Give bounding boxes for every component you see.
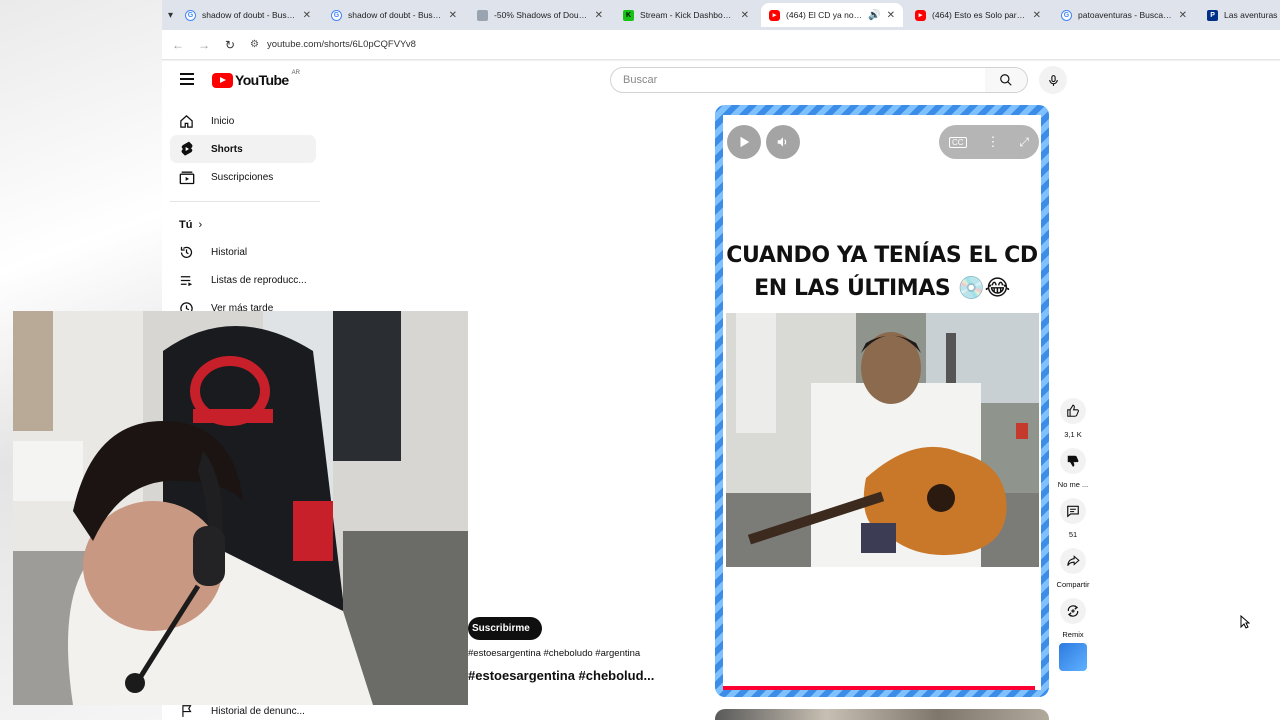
google-icon: G	[331, 9, 343, 21]
url-field[interactable]: ⚙ youtube.com/shorts/6L0pCQFVYv8	[250, 39, 416, 50]
search-input[interactable]	[623, 74, 985, 86]
thumbs-up-icon	[1067, 404, 1079, 417]
fullscreen-icon[interactable]: ⤢	[1019, 135, 1029, 150]
google-icon: G	[185, 9, 197, 21]
volume-icon	[777, 137, 787, 147]
thumbs-down-icon	[1067, 455, 1079, 467]
like-action: 3,1 K	[1052, 398, 1094, 439]
browser-tab[interactable]: K Stream - Kick Dashboard ✕	[615, 3, 757, 27]
subscriptions-icon	[178, 169, 195, 186]
microphone-icon	[1048, 74, 1058, 86]
browser-tab-active[interactable]: ▸ (464) El CD ya no da más 🔊 ✕	[761, 3, 904, 27]
screen: ▾ G shadow of doubt - Buscar con Google …	[0, 0, 1280, 720]
video-title[interactable]: #estoesargentina #chebolud...	[468, 668, 654, 683]
shorts-video[interactable]: CC ⋮ ⤢ CUANDO YA TENÍAS EL CD EN LAS ÚLT…	[723, 115, 1041, 690]
chevron-right-icon: ›	[198, 219, 203, 231]
like-button[interactable]	[1060, 398, 1086, 424]
close-tab-icon[interactable]: ✕	[741, 10, 749, 21]
browser-tab[interactable]: P Las aventuras	[1199, 3, 1280, 27]
webcam-overlay	[13, 311, 468, 705]
history-icon	[178, 244, 195, 261]
site-info-icon[interactable]: ⚙	[250, 39, 259, 50]
browser-tab[interactable]: -50% Shadows of Doubt en Steam ✕	[469, 3, 611, 27]
play-icon	[740, 136, 750, 148]
comments-button[interactable]	[1060, 498, 1086, 524]
share-icon	[1067, 555, 1080, 566]
youtube-icon: ▸	[769, 9, 781, 21]
sidebar-item-suscripciones[interactable]: Suscripciones	[170, 163, 316, 191]
player-options: CC ⋮ ⤢	[939, 125, 1039, 159]
tab-search-dropdown-icon[interactable]: ▾	[168, 6, 173, 24]
search-button[interactable]	[985, 67, 1028, 93]
sidebar-section-you[interactable]: Tú ›	[170, 212, 316, 238]
close-tab-icon[interactable]: ✕	[303, 10, 311, 21]
tab-audio-icon[interactable]: 🔊	[868, 10, 880, 21]
shorts-actions: 3,1 K No me ... 51 Compartir Remix	[1052, 398, 1094, 680]
forward-icon[interactable]: →	[198, 38, 210, 52]
close-tab-icon[interactable]: ✕	[595, 10, 603, 21]
browser-tab[interactable]: G shadow of doubt - Buscar con Google ✕	[323, 3, 465, 27]
audio-thumbnail[interactable]	[1059, 643, 1087, 671]
remix-icon	[1067, 605, 1079, 617]
reload-icon[interactable]: ↻	[224, 38, 236, 52]
mouse-cursor-icon	[1240, 614, 1251, 634]
youtube-header: YouTube AR	[162, 61, 1280, 101]
more-options-icon[interactable]: ⋮	[986, 134, 999, 150]
close-tab-icon[interactable]: ✕	[449, 10, 457, 21]
video-progress-bar[interactable]	[723, 686, 1041, 690]
menu-icon[interactable]	[180, 73, 194, 85]
sidebar-item-playlists[interactable]: Listas de reproducc...	[170, 266, 316, 294]
sidebar-divider	[170, 201, 320, 202]
comment-icon	[1067, 505, 1079, 518]
flag-icon	[178, 703, 195, 720]
shorts-icon	[178, 141, 195, 158]
dislike-action: No me ...	[1052, 448, 1094, 489]
captions-icon[interactable]: CC	[948, 136, 967, 148]
sidebar: Inicio Shorts Suscripciones Tú › Histori…	[170, 107, 320, 322]
youtube-logo[interactable]: YouTube AR	[212, 70, 300, 88]
share-button[interactable]	[1060, 548, 1086, 574]
shorts-player[interactable]: CC ⋮ ⤢ CUANDO YA TENÍAS EL CD EN LAS ÚLT…	[715, 105, 1049, 697]
youtube-icon: ▸	[915, 9, 927, 21]
playlists-icon	[178, 272, 195, 289]
guitar-player-scene	[726, 313, 1039, 567]
browser-tab[interactable]: G shadow of doubt - Buscar con Google ✕	[177, 3, 319, 27]
video-progress-fill	[723, 686, 1035, 690]
video-caption: CUANDO YA TENÍAS EL CD EN LAS ÚLTIMAS 💿😂	[726, 243, 1038, 301]
play-button[interactable]	[727, 125, 761, 159]
kick-icon: K	[623, 9, 635, 21]
subscribe-button[interactable]: Suscribirme	[468, 617, 542, 640]
browser-tab[interactable]: ▸ (464) Esto es Solo para Chad ✕	[907, 3, 1049, 27]
sidebar-item-shorts[interactable]: Shorts	[170, 135, 316, 163]
remix-button[interactable]	[1060, 598, 1086, 624]
paypal-icon: P	[1207, 9, 1219, 21]
remix-action: Remix	[1052, 598, 1094, 671]
close-tab-icon[interactable]: ✕	[887, 10, 895, 21]
comments-action: 51	[1052, 498, 1094, 539]
search-icon	[1000, 74, 1012, 86]
voice-search-button[interactable]	[1039, 66, 1067, 94]
streamer-webcam-feed	[13, 311, 468, 705]
share-action: Compartir	[1052, 548, 1094, 589]
player-controls: CC ⋮ ⤢	[723, 115, 1041, 163]
search-box	[610, 67, 986, 93]
dislike-button[interactable]	[1060, 448, 1086, 474]
sidebar-item-inicio[interactable]: Inicio	[170, 107, 316, 135]
video-frame	[726, 313, 1039, 567]
home-icon	[178, 113, 195, 130]
volume-button[interactable]	[766, 125, 800, 159]
google-icon: G	[1061, 9, 1073, 21]
next-short-preview[interactable]	[715, 709, 1049, 720]
close-tab-icon[interactable]: ✕	[1179, 10, 1187, 21]
address-bar: ← → ↻ ⚙ youtube.com/shorts/6L0pCQFVYv8	[162, 30, 1280, 60]
steam-icon	[477, 9, 489, 21]
browser-tab-bar: ▾ G shadow of doubt - Buscar con Google …	[162, 0, 1280, 30]
sidebar-item-historial[interactable]: Historial	[170, 238, 316, 266]
youtube-logo-icon	[212, 72, 233, 88]
close-tab-icon[interactable]: ✕	[1033, 10, 1041, 21]
back-icon[interactable]: ←	[172, 38, 184, 52]
browser-tab[interactable]: G patoaventuras - Buscar con Google ✕	[1053, 3, 1195, 27]
video-hashtags[interactable]: #estoesargentina #cheboludo #argentina	[468, 648, 640, 659]
